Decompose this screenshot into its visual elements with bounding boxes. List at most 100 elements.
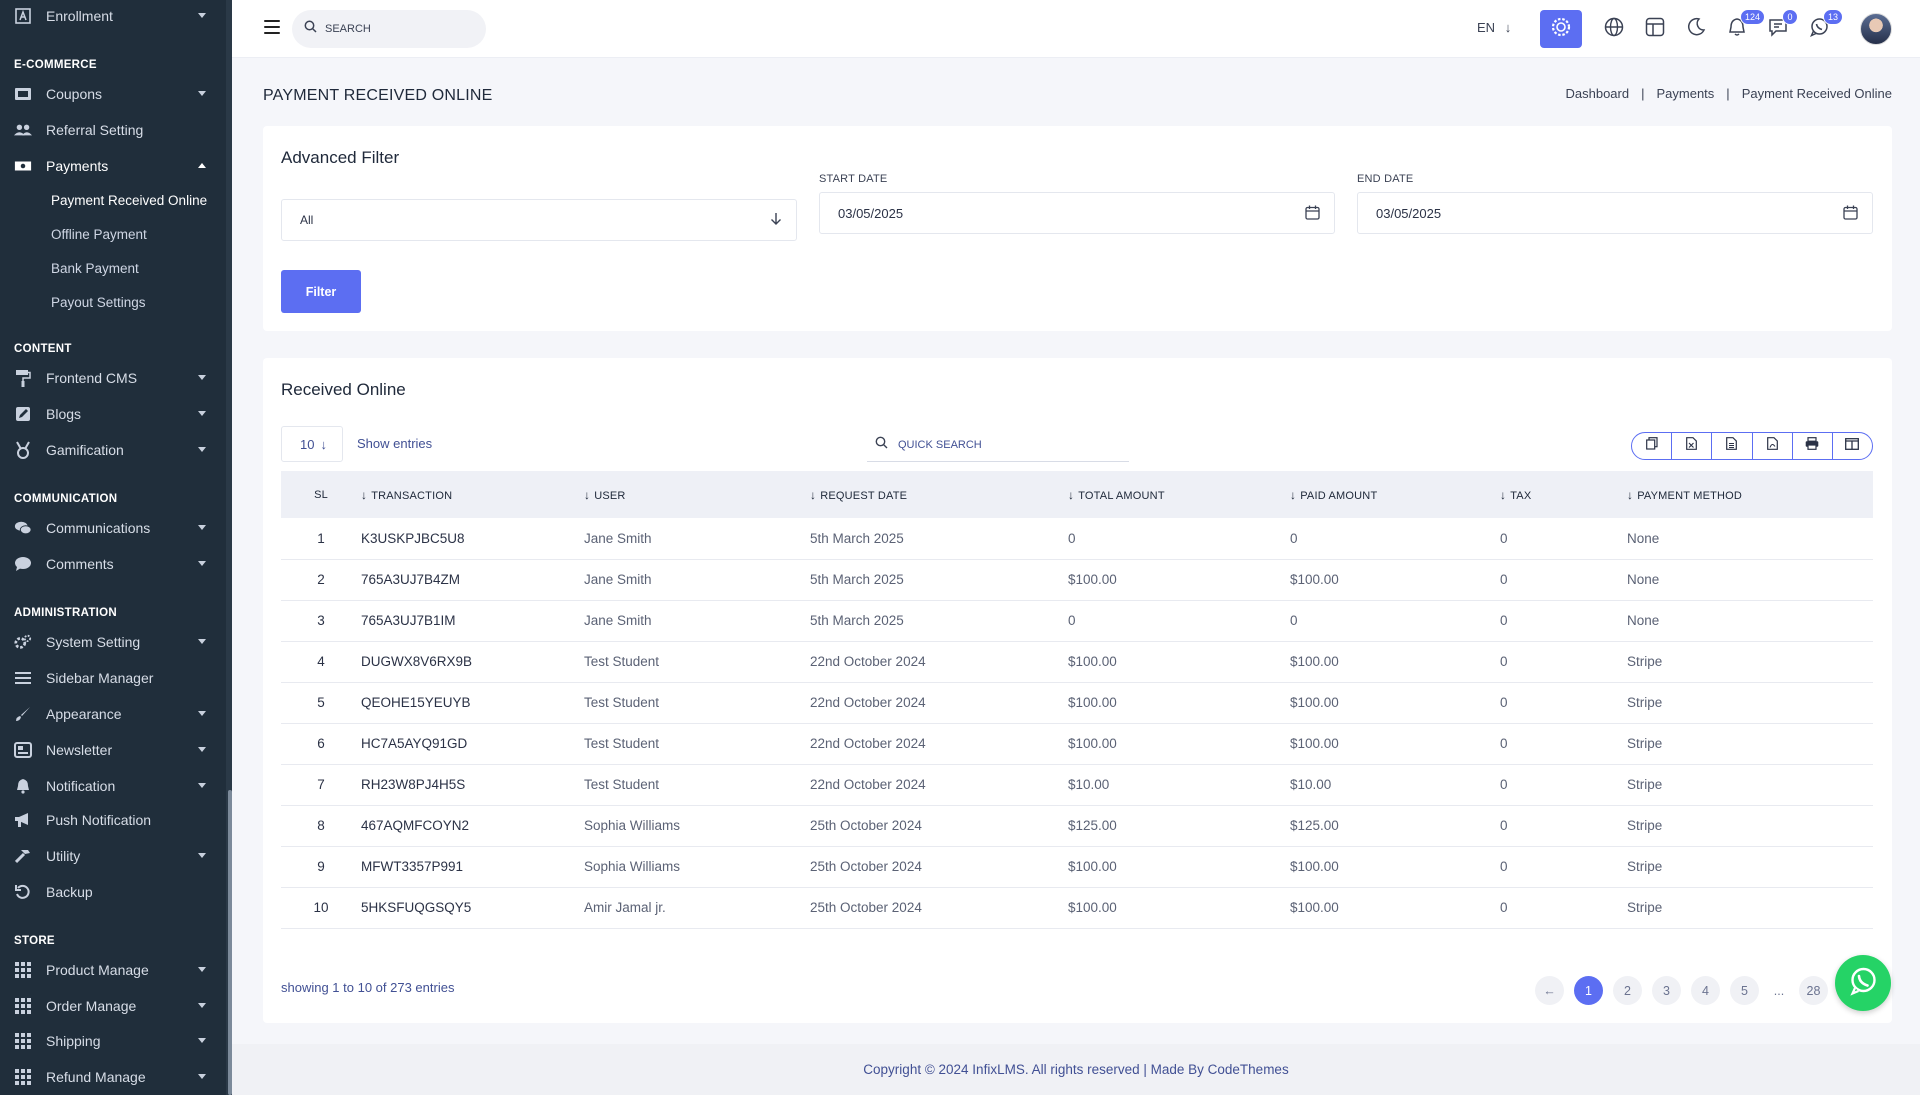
sidebar-item-referral-setting[interactable]: Referral Setting <box>0 112 226 148</box>
column-header-sl[interactable]: SL <box>281 471 361 518</box>
sidebar-item-newsletter[interactable]: Newsletter <box>0 732 226 768</box>
dark-mode-toggle[interactable] <box>1675 10 1717 48</box>
table-row[interactable]: 6 HC7A5AYQ91GD Test Student 22nd October 20… <box>281 723 1873 764</box>
cell-tax: 0 <box>1500 613 1508 628</box>
filter-button[interactable]: Filter <box>281 270 361 313</box>
breadcrumb-dashboard[interactable]: Dashboard <box>1565 86 1629 101</box>
entries-per-page-select[interactable]: 10 ↓ <box>281 426 343 462</box>
end-date-value: 03/05/2025 <box>1376 205 1442 221</box>
calendar-icon[interactable] <box>1305 205 1320 223</box>
page-button-2[interactable]: 2 <box>1613 976 1642 1005</box>
sidebar-item-communications[interactable]: Communications <box>0 510 226 546</box>
sidebar-item-label: Push Notification <box>46 812 152 828</box>
whatsapp-header-button[interactable]: 13 <box>1798 9 1844 48</box>
sidebar-item-push-notification[interactable]: Push Notification <box>0 802 226 838</box>
sidebar-subitem-payout-settings[interactable]: Payout Settings <box>51 295 146 310</box>
settings-button[interactable] <box>1540 10 1582 48</box>
menu-toggle-icon[interactable] <box>264 20 280 34</box>
language-selector[interactable]: EN ↓ <box>1477 20 1511 35</box>
cell-sl: 9 <box>317 859 325 874</box>
table-row[interactable]: 10 5HKSFUQGSQY5 Amir Jamal jr. 25th October… <box>281 887 1873 928</box>
calendar-icon[interactable] <box>1843 205 1858 223</box>
pdf-export-button[interactable] <box>1753 433 1793 459</box>
quick-search[interactable] <box>867 428 1129 462</box>
excel-export-button[interactable] <box>1672 433 1713 459</box>
column-header-payment-method[interactable]: ↓ PAYMENT METHOD <box>1627 471 1873 518</box>
page-button-1[interactable]: 1 <box>1574 976 1603 1005</box>
print-button[interactable] <box>1793 433 1833 459</box>
search-icon <box>304 20 317 38</box>
search-input[interactable] <box>325 23 465 35</box>
sidebar-item-order-manage[interactable]: Order Manage <box>0 988 226 1024</box>
cell-user: Jane Smith <box>584 530 652 546</box>
sidebar-item-comments[interactable]: Comments <box>0 546 226 582</box>
sidebar-item-enrollment[interactable]: Enrollment <box>0 0 226 34</box>
chevron-down-icon <box>198 639 206 644</box>
column-header-paid-amount[interactable]: ↓ PAID AMOUNT <box>1290 471 1500 518</box>
sidebar-item-product-manage[interactable]: Product Manage <box>0 952 226 988</box>
sidebar-item-gamification[interactable]: Gamification <box>0 432 226 468</box>
sidebar-item-notification[interactable]: Notification <box>0 768 226 804</box>
sidebar-item-system-setting[interactable]: System Setting <box>0 624 226 660</box>
sidebar-subitem-offline-payment[interactable]: Offline Payment <box>51 227 147 242</box>
column-header-user[interactable]: ↓ USER <box>584 471 810 518</box>
cell-request-date: 22nd October 2024 <box>810 695 926 710</box>
chevron-down-icon <box>198 411 206 416</box>
sidebar-item-utility[interactable]: Utility <box>0 838 226 874</box>
whatsapp-chat-button[interactable] <box>1835 955 1891 1011</box>
sidebar-item-appearance[interactable]: Appearance <box>0 696 226 732</box>
end-date-input[interactable]: 03/05/2025 <box>1357 192 1873 234</box>
filter-type-select[interactable]: All <box>281 199 797 241</box>
table-row[interactable]: 1 K3USKPJBC5U8 Jane Smith 5th March 2025 0 0 0… <box>281 518 1873 559</box>
table-row[interactable]: 4 DUGWX8V6RX9B Test Student 22nd October 20… <box>281 641 1873 682</box>
sidebar-subitem-payment-received-online[interactable]: Payment Received Online <box>51 193 207 208</box>
global-search[interactable] <box>292 10 486 48</box>
layout-button[interactable] <box>1634 10 1676 48</box>
undo-icon <box>14 883 32 901</box>
column-header-total-amount[interactable]: ↓ TOTAL AMOUNT <box>1068 471 1290 518</box>
start-date-input[interactable]: 03/05/2025 <box>819 192 1335 234</box>
notifications-button[interactable]: 124 <box>1716 9 1766 48</box>
page-button-4[interactable]: 4 <box>1691 976 1720 1005</box>
columns-icon <box>1845 437 1860 455</box>
sidebar-item-frontend-cms[interactable]: Frontend CMS <box>0 360 226 396</box>
table-row[interactable]: 3 765A3UJ7B1IM Jane Smith 5th March 2025 0 0 0… <box>281 600 1873 641</box>
quick-search-input[interactable] <box>898 438 1098 451</box>
sidebar-scrollbar[interactable] <box>226 0 232 1095</box>
sidebar-item-backup[interactable]: Backup <box>0 874 226 910</box>
cell-transaction: RH23W8PJ4H5S <box>361 777 466 792</box>
page-button-3[interactable]: 3 <box>1652 976 1681 1005</box>
sidebar-item-label: Gamification <box>46 442 124 458</box>
copy-button[interactable] <box>1632 433 1673 459</box>
page-button-5[interactable]: 5 <box>1730 976 1759 1005</box>
table-row[interactable]: 9 MFWT3357P991 Sophia Williams 25th October… <box>281 846 1873 887</box>
sidebar-subitem-bank-payment[interactable]: Bank Payment <box>51 261 139 276</box>
cell-total-amount: 0 <box>1068 530 1076 546</box>
file-excel-icon <box>1686 437 1698 455</box>
cell-request-date: 5th March 2025 <box>810 613 904 628</box>
table-row[interactable]: 7 RH23W8PJ4H5S Test Student 22nd October 20… <box>281 764 1873 805</box>
user-avatar[interactable] <box>1860 13 1892 45</box>
column-header-transaction[interactable]: ↓ TRANSACTION <box>361 471 584 518</box>
column-header-tax[interactable]: ↓ TAX <box>1500 471 1627 518</box>
sidebar-item-coupons[interactable]: Coupons <box>0 76 226 112</box>
website-button[interactable] <box>1593 10 1635 48</box>
breadcrumb-payments[interactable]: Payments <box>1656 86 1714 101</box>
cell-paid-amount: 0 <box>1290 613 1298 628</box>
sidebar-item-blogs[interactable]: Blogs <box>0 396 226 432</box>
column-header-request-date[interactable]: ↓ REQUEST DATE <box>810 471 1068 518</box>
previous-page-button[interactable]: ← <box>1535 976 1564 1005</box>
sidebar-item-sidebar-manager[interactable]: Sidebar Manager <box>0 660 226 696</box>
bell-icon <box>14 777 32 795</box>
cell-payment-method: None <box>1627 572 1660 587</box>
table-row[interactable]: 8 467AQMFCOYN2 Sophia Williams 25th October… <box>281 805 1873 846</box>
messages-button[interactable]: 0 <box>1757 9 1799 48</box>
sidebar-item-payments[interactable]: Payments <box>0 148 226 184</box>
sidebar-item-refund-manage[interactable]: Refund Manage <box>0 1059 226 1095</box>
page-button-28[interactable]: 28 <box>1799 976 1828 1005</box>
table-row[interactable]: 5 QEOHE15YEUYB Test Student 22nd October 20… <box>281 682 1873 723</box>
sidebar-item-shipping[interactable]: Shipping <box>0 1023 226 1059</box>
table-row[interactable]: 2 765A3UJ7B4ZM Jane Smith 5th March 2025 $10… <box>281 559 1873 600</box>
csv-export-button[interactable] <box>1712 433 1753 459</box>
column-visibility-button[interactable] <box>1833 433 1872 459</box>
